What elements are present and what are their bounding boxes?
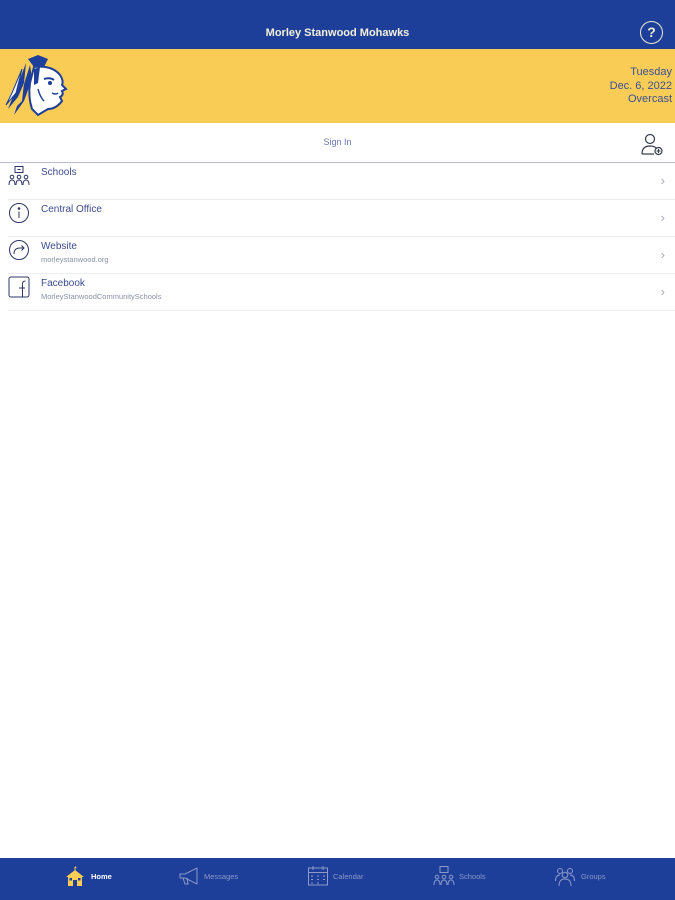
weather-info: Tuesday Dec. 6, 2022 Overcast	[610, 66, 672, 107]
list-item-label: Central Office	[41, 204, 102, 215]
help-icon: ?	[647, 24, 656, 40]
schools-icon	[433, 866, 455, 886]
top-bar: Morley Stanwood Mohawks ?	[0, 0, 675, 49]
tab-label: Calendar	[333, 872, 364, 881]
share-arrow-icon	[9, 240, 29, 260]
list-item-label: Schools	[41, 167, 77, 178]
facebook-icon	[8, 276, 30, 298]
tab-calendar[interactable]: Calendar	[307, 858, 377, 900]
tab-label: Home	[91, 872, 112, 881]
tab-groups[interactable]: Groups	[554, 858, 624, 900]
list-item-label: Website	[41, 241, 77, 252]
list-item-subtitle: MorleyStanwoodCommunitySchools	[41, 292, 162, 301]
tab-messages[interactable]: Messages	[177, 858, 257, 900]
tab-label: Groups	[581, 872, 606, 881]
groups-icon	[555, 868, 575, 887]
weather-condition: Overcast	[627, 93, 672, 105]
list-item-schools[interactable]: Schools ›	[8, 163, 675, 200]
user-add-icon[interactable]	[640, 132, 664, 156]
list-item-label: Facebook	[41, 278, 85, 289]
tab-label: Messages	[204, 872, 239, 881]
chevron-right-icon: ›	[660, 210, 665, 225]
sign-in-bar: Sign In	[0, 123, 675, 163]
tab-label: Schools	[459, 872, 486, 881]
chevron-right-icon: ›	[660, 247, 665, 262]
sign-in-link[interactable]: Sign In	[0, 137, 675, 147]
mohawk-logo	[5, 55, 68, 117]
weather-day: Tuesday	[630, 66, 672, 78]
menu-list: Schools › Central Office › Website morle…	[0, 163, 675, 311]
home-icon	[66, 866, 84, 886]
list-item-website[interactable]: Website morleystanwood.org ›	[8, 237, 675, 274]
chevron-right-icon: ›	[660, 173, 665, 188]
info-icon	[9, 203, 29, 223]
calendar-icon	[308, 866, 328, 886]
megaphone-icon	[179, 867, 198, 885]
chevron-right-icon: ›	[660, 284, 665, 299]
list-item-facebook[interactable]: Facebook MorleyStanwoodCommunitySchools …	[8, 274, 675, 311]
schools-icon	[8, 166, 30, 186]
list-item-central-office[interactable]: Central Office ›	[8, 200, 675, 237]
weather-date: Dec. 6, 2022	[609, 79, 672, 92]
app-title: Morley Stanwood Mohawks	[265, 27, 410, 39]
tab-schools[interactable]: Schools	[433, 858, 503, 900]
bottom-tab-bar: Home Messages Calendar Schools Groups	[0, 858, 675, 900]
help-button[interactable]: ?	[640, 21, 663, 44]
school-banner: Tuesday Dec. 6, 2022 Overcast	[0, 49, 675, 123]
tab-home[interactable]: Home	[62, 858, 132, 900]
list-item-subtitle: morleystanwood.org	[41, 255, 109, 264]
